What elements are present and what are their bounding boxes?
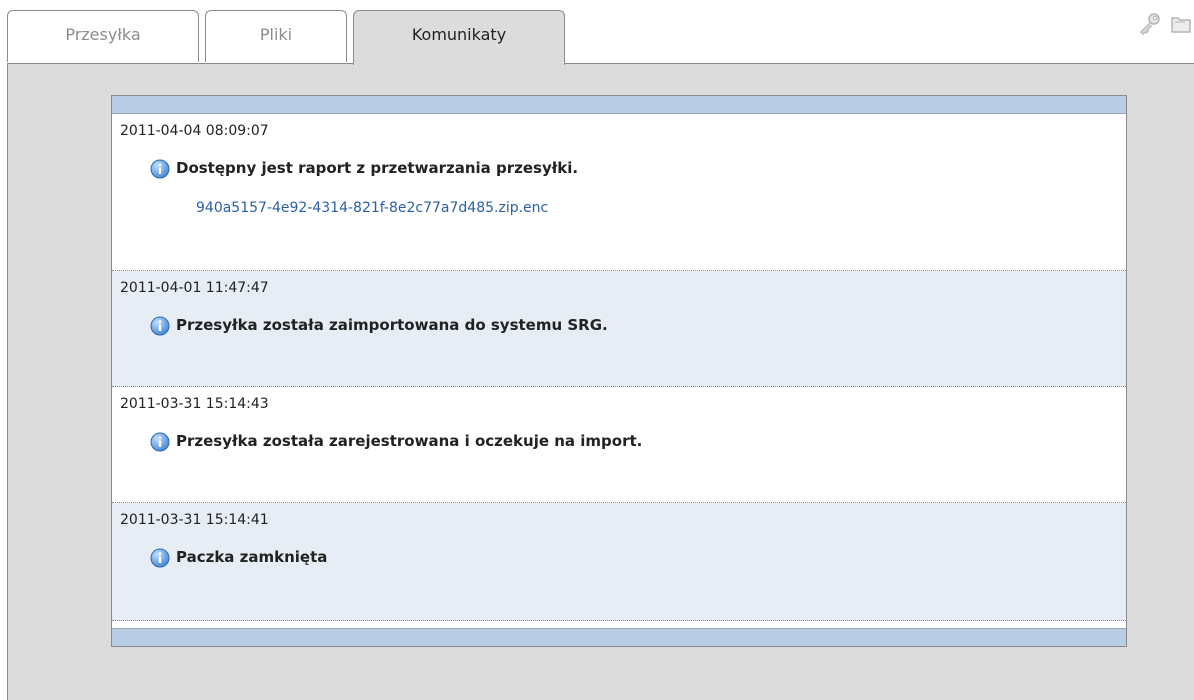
tab-komunikaty[interactable]: Komunikaty: [353, 10, 565, 65]
tab-pliki[interactable]: Pliki: [205, 10, 347, 62]
list-header-bar: [112, 96, 1126, 114]
tab-bar: Przesyłka Pliki Komunikaty: [0, 0, 1194, 65]
toolbar-icons: [1134, 10, 1194, 40]
list-footer-bar: [112, 628, 1126, 646]
message-timestamp: 2011-04-04 08:09:07: [120, 123, 269, 139]
message-text: Paczka zamknięta: [176, 548, 328, 566]
message-timestamp: 2011-03-31 15:14:41: [120, 512, 269, 528]
message-text: Przesyłka została zarejestrowana i oczek…: [176, 432, 643, 450]
info-icon: [150, 316, 170, 336]
message-text-row: Paczka zamknięta: [150, 547, 327, 567]
tab-przesylka[interactable]: Przesyłka: [7, 10, 199, 62]
messages-panel: 2011-04-04 08:09:07 Dostępny jest raport…: [7, 63, 1194, 700]
message-text: Dostępny jest raport z przetwarzania prz…: [176, 159, 579, 177]
message-entry: 2011-04-01 11:47:47 Przesyłka została za…: [112, 271, 1126, 387]
message-text-row: Dostępny jest raport z przetwarzania prz…: [150, 158, 578, 178]
info-icon: [150, 159, 170, 179]
message-entry: 2011-03-31 15:14:43 Przesyłka została za…: [112, 387, 1126, 503]
messages-list: 2011-04-04 08:09:07 Dostępny jest raport…: [111, 95, 1127, 647]
report-file-link[interactable]: 940a5157-4e92-4314-821f-8e2c77a7d485.zip…: [196, 200, 548, 216]
message-text-row: Przesyłka została zaimportowana do syste…: [150, 315, 608, 335]
message-text-row: Przesyłka została zarejestrowana i oczek…: [150, 431, 642, 451]
message-entry: 2011-04-04 08:09:07 Dostępny jest raport…: [112, 114, 1126, 271]
key-icon[interactable]: [1136, 12, 1162, 40]
message-timestamp: 2011-04-01 11:47:47: [120, 280, 269, 296]
message-text: Przesyłka została zaimportowana do syste…: [176, 316, 608, 334]
folder-icon[interactable]: [1170, 12, 1194, 40]
message-entry: 2011-03-31 15:14:41 Paczka zamknięta: [112, 503, 1126, 621]
info-icon: [150, 432, 170, 452]
info-icon: [150, 548, 170, 568]
message-timestamp: 2011-03-31 15:14:43: [120, 396, 269, 412]
